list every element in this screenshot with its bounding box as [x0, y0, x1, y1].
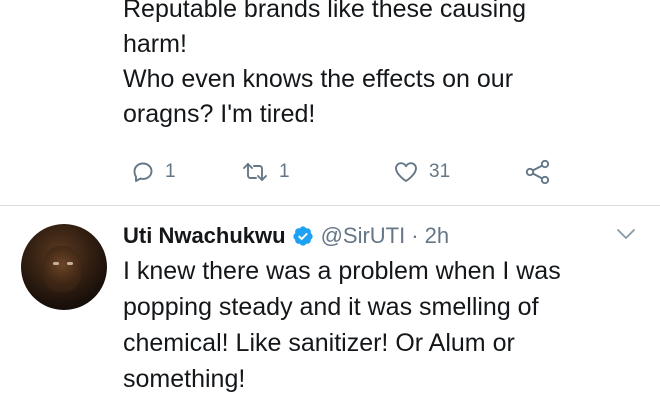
reply-icon: [131, 160, 155, 184]
avatar-face: [43, 246, 81, 292]
user-handle[interactable]: @SirUTI: [321, 223, 406, 249]
like-button[interactable]: 31: [393, 154, 450, 190]
tweet-card[interactable]: Uti Nwachukwu @SirUTI · 2h I knew there …: [0, 207, 660, 400]
tweet-text-line: oragns? I'm tired!: [123, 100, 316, 128]
heart-icon: [393, 160, 419, 184]
tweet-text: I knew there was a problem when I was po…: [123, 253, 643, 397]
tweet-text: Reputable brands like these causing harm…: [123, 0, 643, 132]
avatar-eye: [53, 262, 59, 265]
verified-badge-icon: [292, 225, 314, 247]
tweet-text-line: I knew there was a problem when I was: [123, 257, 561, 285]
tweet-text-line: something!: [123, 365, 246, 393]
tweet-text-line: popping steady and it was smelling of: [123, 293, 539, 321]
avatar[interactable]: [21, 224, 107, 310]
tweet-card[interactable]: Reputable brands like these causing harm…: [0, 0, 660, 206]
tweet-header: Uti Nwachukwu @SirUTI · 2h: [123, 221, 449, 251]
tweet-action-bar: 1 1 31: [0, 154, 660, 190]
retweet-button[interactable]: 1: [241, 154, 290, 190]
tweet-text-line: harm!: [123, 30, 187, 58]
share-icon: [524, 158, 552, 186]
separator-dot: ·: [411, 223, 419, 248]
tweet-timestamp[interactable]: 2h: [425, 223, 449, 249]
retweet-count: 1: [279, 161, 290, 182]
chevron-down-icon[interactable]: [616, 227, 636, 246]
reply-count: 1: [165, 161, 176, 182]
tweet-text-line: chemical! Like sanitizer! Or Alum or: [123, 329, 515, 357]
like-count: 31: [429, 161, 451, 182]
tweet-text-line: Reputable brands like these causing: [123, 0, 527, 23]
display-name[interactable]: Uti Nwachukwu: [123, 223, 286, 249]
tweet-text-line: Who even knows the effects on our: [123, 65, 514, 93]
share-button[interactable]: [524, 154, 552, 190]
retweet-icon: [241, 160, 269, 184]
avatar-eye: [67, 262, 73, 265]
reply-button[interactable]: 1: [131, 154, 176, 190]
